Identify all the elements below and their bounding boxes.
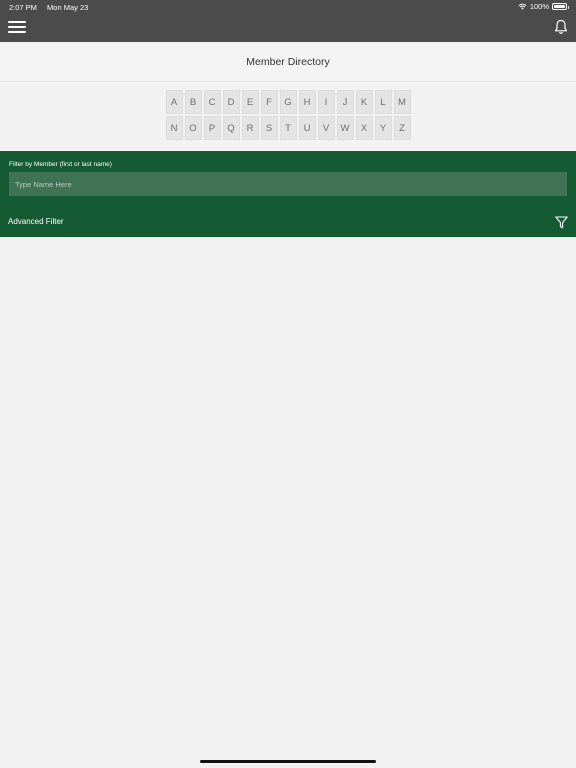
alphabet-row-1: A B C D E F G H I J K L M	[0, 90, 576, 114]
letter-button-a[interactable]: A	[165, 90, 183, 114]
letter-button-f[interactable]: F	[260, 90, 278, 114]
letter-button-r[interactable]: R	[241, 116, 259, 140]
letter-button-p[interactable]: P	[203, 116, 221, 140]
alphabet-row-2: N O P Q R S T U V W X Y Z	[0, 116, 576, 140]
letter-button-c[interactable]: C	[203, 90, 221, 114]
letter-button-u[interactable]: U	[298, 116, 316, 140]
advanced-filter-button[interactable]: Advanced Filter	[8, 217, 64, 226]
letter-button-v[interactable]: V	[317, 116, 335, 140]
status-time: 2:07 PM	[9, 3, 37, 12]
letter-button-n[interactable]: N	[165, 116, 183, 140]
letter-button-l[interactable]: L	[374, 90, 392, 114]
letter-button-h[interactable]: H	[298, 90, 316, 114]
letter-button-x[interactable]: X	[355, 116, 373, 140]
home-indicator	[200, 760, 376, 763]
letter-button-b[interactable]: B	[184, 90, 202, 114]
letter-button-m[interactable]: M	[393, 90, 411, 114]
filter-label: Filter by Member (first or last name)	[9, 161, 112, 168]
alphabet-index: A B C D E F G H I J K L M N O P Q R S T …	[0, 90, 576, 142]
filter-panel: Filter by Member (first or last name) Ad…	[0, 151, 576, 237]
top-bar: 2:07 PM Mon May 23 100%	[0, 0, 576, 42]
letter-button-o[interactable]: O	[184, 116, 202, 140]
letter-button-w[interactable]: W	[336, 116, 354, 140]
battery-icon	[552, 3, 569, 10]
letter-button-y[interactable]: Y	[374, 116, 392, 140]
wifi-icon	[518, 3, 527, 10]
letter-button-z[interactable]: Z	[393, 116, 411, 140]
letter-button-t[interactable]: T	[279, 116, 297, 140]
status-bar-left: 2:07 PM Mon May 23	[9, 3, 96, 12]
status-bar-right: 100%	[518, 2, 569, 11]
letter-button-g[interactable]: G	[279, 90, 297, 114]
letter-button-i[interactable]: I	[317, 90, 335, 114]
letter-button-j[interactable]: J	[336, 90, 354, 114]
letter-button-e[interactable]: E	[241, 90, 259, 114]
bell-icon[interactable]	[554, 19, 568, 35]
status-date: Mon May 23	[47, 3, 89, 12]
battery-percent: 100%	[529, 2, 549, 11]
letter-button-s[interactable]: S	[260, 116, 278, 140]
page-title-bar: Member Directory	[0, 42, 576, 82]
letter-button-d[interactable]: D	[222, 90, 240, 114]
funnel-icon[interactable]	[555, 216, 568, 229]
hamburger-menu-icon[interactable]	[8, 20, 26, 34]
member-name-input[interactable]	[9, 172, 567, 196]
page-title: Member Directory	[246, 55, 330, 68]
letter-button-q[interactable]: Q	[222, 116, 240, 140]
letter-button-k[interactable]: K	[355, 90, 373, 114]
